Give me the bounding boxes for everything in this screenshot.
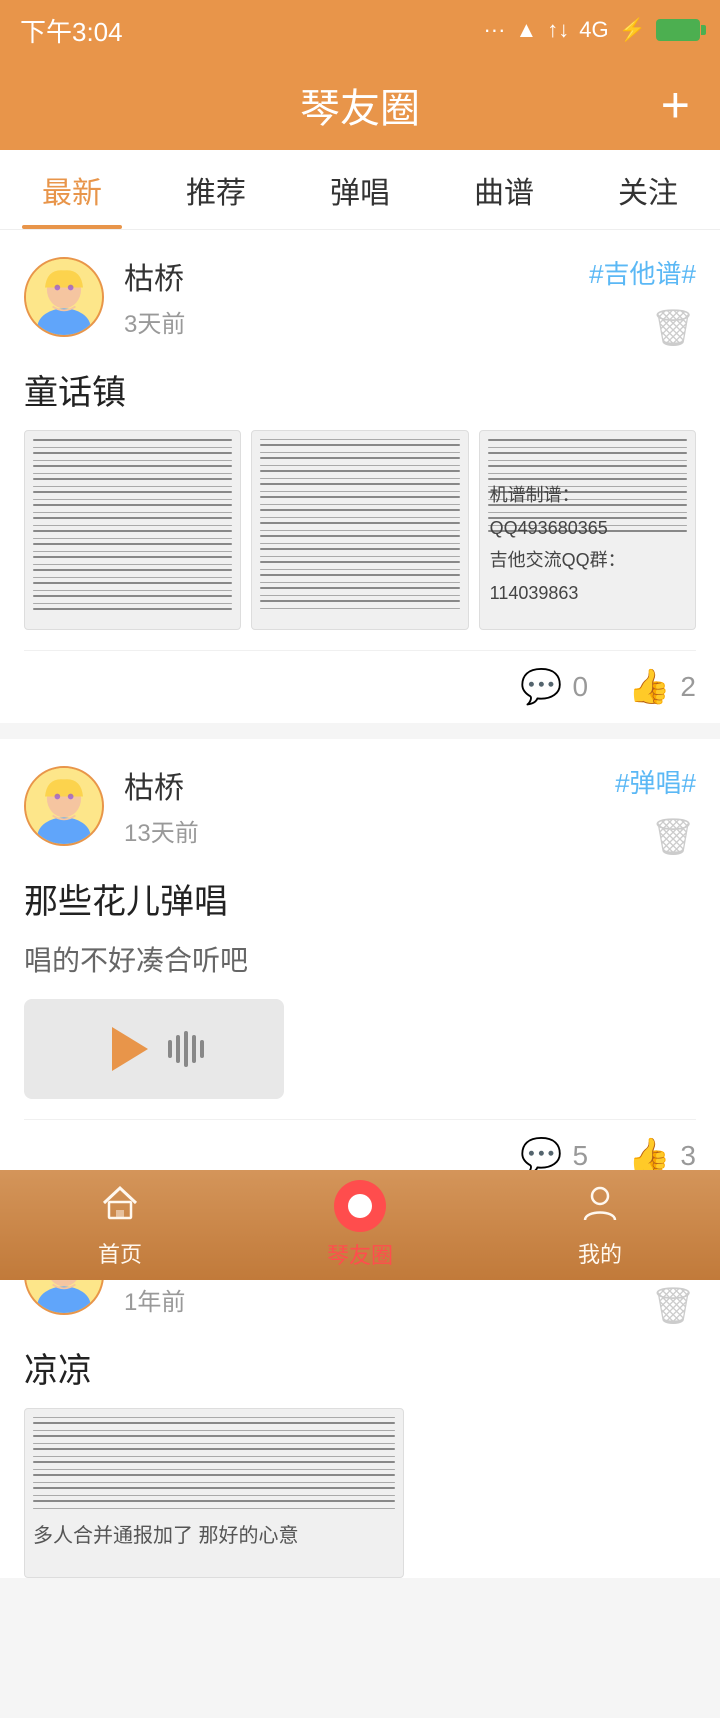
status-time: 下午3:04 xyxy=(20,12,123,49)
wifi-icon: ▲ xyxy=(515,17,537,43)
avatar[interactable] xyxy=(24,257,104,337)
comment-count: 5 xyxy=(573,1140,589,1172)
header-title: 琴友圈 xyxy=(300,76,420,134)
delete-icon[interactable]: 🗑 xyxy=(650,307,696,349)
like-icon: 👍 xyxy=(628,667,670,707)
wave-2 xyxy=(176,1035,180,1063)
sheet-image-1[interactable]: 多人合并通报加了 那好的心意 xyxy=(24,1408,404,1578)
post-meta: 枯桥 3天前 xyxy=(124,254,185,339)
avatar[interactable] xyxy=(24,766,104,846)
post-header: 枯桥 3天前 #吉他谱# 🗑 xyxy=(24,254,696,349)
status-bar: 下午3:04 ··· ▲ ↑↓ 4G ⚡ xyxy=(0,0,720,60)
post-right: #弹唱# 🗑 xyxy=(615,763,696,858)
tab-score[interactable]: 曲谱 xyxy=(432,150,576,229)
network-4g: 4G xyxy=(579,17,608,43)
post-time: 13天前 xyxy=(124,813,199,848)
nav-mine[interactable]: 我的 xyxy=(480,1182,720,1269)
play-button[interactable] xyxy=(112,1027,148,1071)
battery-icon xyxy=(656,19,700,41)
wave-1 xyxy=(168,1040,172,1058)
nav-community[interactable]: 琴友圈 xyxy=(240,1180,480,1270)
delete-icon[interactable]: 🗑 xyxy=(650,816,696,858)
community-inner-icon xyxy=(348,1194,372,1218)
tab-follow[interactable]: 关注 xyxy=(576,150,720,229)
like-count: 2 xyxy=(680,671,696,703)
comment-icon: 💬 xyxy=(520,667,562,707)
username: 枯桥 xyxy=(124,763,199,807)
post-left: 枯桥 3天前 xyxy=(24,254,185,339)
post-card: 枯桥 13天前 #弹唱# 🗑 那些花儿弹唱 唱的不好凑合听吧 xyxy=(0,739,720,1192)
wave-4 xyxy=(192,1035,196,1063)
post-subtitle: 唱的不好凑合听吧 xyxy=(24,939,696,979)
tab-latest[interactable]: 最新 xyxy=(0,150,144,229)
nav-mine-label: 我的 xyxy=(578,1237,622,1269)
delete-icon[interactable]: 🗑 xyxy=(650,1285,696,1327)
signal-dots: ··· xyxy=(483,17,505,43)
post-title: 童话镇 xyxy=(24,365,696,414)
sheet-watermark: 机谱制谱：QQ493680365吉他交流QQ群：114039863 xyxy=(490,479,685,609)
post-right: #吉他谱# 🗑 xyxy=(589,254,696,349)
tab-recommend[interactable]: 推荐 xyxy=(144,150,288,229)
post-time: 3天前 xyxy=(124,304,185,339)
wave-3 xyxy=(184,1031,188,1067)
post-time: 1年前 xyxy=(124,1282,185,1317)
signal-icon: ↑↓ xyxy=(547,17,569,43)
app-header: 琴友圈 + xyxy=(0,60,720,150)
bottom-nav: 首页 琴友圈 我的 xyxy=(0,1170,720,1280)
post-title: 那些花儿弹唱 xyxy=(24,874,696,923)
post-tag[interactable]: #弹唱# xyxy=(615,763,696,800)
mine-icon xyxy=(579,1182,621,1231)
sheet-image-2[interactable] xyxy=(251,430,468,630)
post-tag[interactable]: #吉他谱# xyxy=(589,254,696,291)
wave-5 xyxy=(200,1040,204,1058)
nav-community-label: 琴友圈 xyxy=(327,1238,393,1270)
sheet-image-3[interactable]: 机谱制谱：QQ493680365吉他交流QQ群：114039863 xyxy=(479,430,696,630)
post-title: 凉凉 xyxy=(24,1343,696,1392)
home-icon xyxy=(99,1182,141,1231)
comment-count: 0 xyxy=(573,671,589,703)
audio-player[interactable] xyxy=(24,999,284,1099)
post-card: 枯桥 3天前 #吉他谱# 🗑 童话镇 xyxy=(0,230,720,723)
nav-home-label: 首页 xyxy=(98,1237,142,1269)
nav-home[interactable]: 首页 xyxy=(0,1182,240,1269)
community-icon xyxy=(334,1180,386,1232)
bolt-icon: ⚡ xyxy=(619,17,646,43)
like-count: 3 xyxy=(680,1140,696,1172)
add-button[interactable]: + xyxy=(661,80,690,130)
post-left: 枯桥 13天前 xyxy=(24,763,199,848)
status-icons: ··· ▲ ↑↓ 4G ⚡ xyxy=(483,17,700,43)
post-header: 枯桥 13天前 #弹唱# 🗑 xyxy=(24,763,696,858)
sheet-image-1[interactable] xyxy=(24,430,241,630)
comment-action[interactable]: 💬 0 xyxy=(520,667,588,707)
content-area: 枯桥 3天前 #吉他谱# 🗑 童话镇 xyxy=(0,230,720,1718)
sound-waves xyxy=(168,1031,204,1067)
sheet-images: 机谱制谱：QQ493680365吉他交流QQ群：114039863 xyxy=(24,430,696,630)
post-footer: 💬 0 👍 2 xyxy=(24,650,696,723)
sheet-images: 多人合并通报加了 那好的心意 xyxy=(24,1408,696,1578)
like-action[interactable]: 👍 2 xyxy=(628,667,696,707)
post-meta: 枯桥 13天前 xyxy=(124,763,199,848)
tab-bar: 最新 推荐 弹唱 曲谱 关注 xyxy=(0,150,720,230)
tab-play[interactable]: 弹唱 xyxy=(288,150,432,229)
username: 枯桥 xyxy=(124,254,185,298)
